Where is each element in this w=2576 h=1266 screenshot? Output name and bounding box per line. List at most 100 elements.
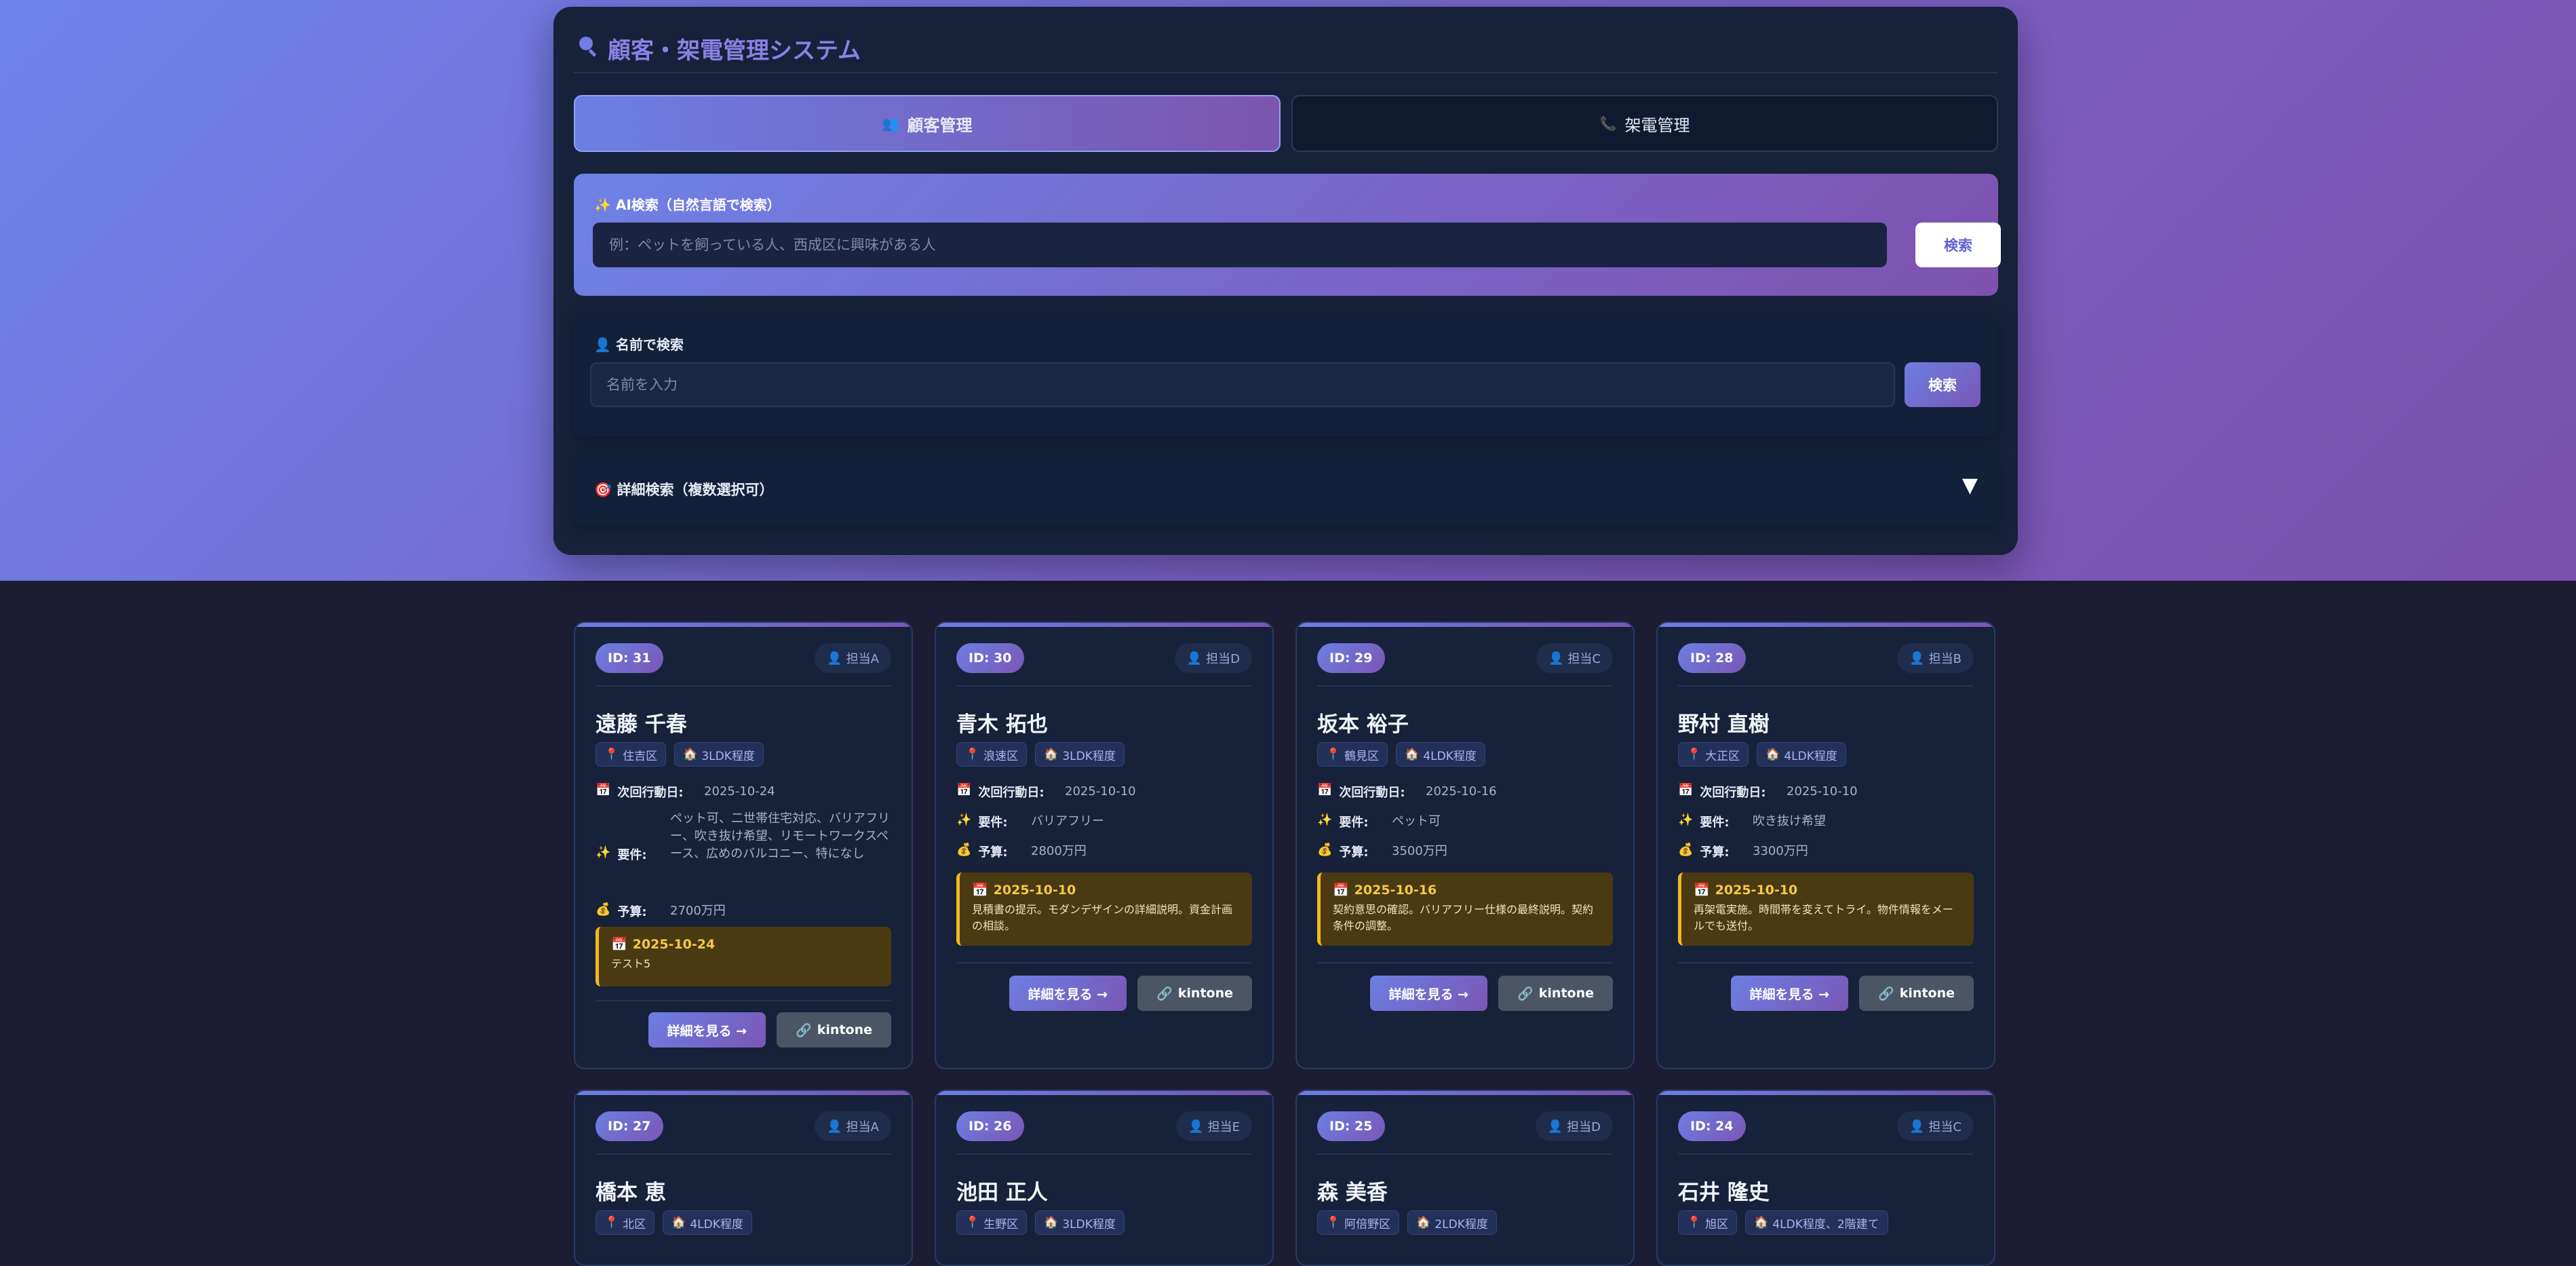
layout-tag: 🏠 4LDK程度 [663,1210,752,1235]
requirements-row: ✨ 要件: バリアフリー [956,813,1252,830]
staff-badge: 👤 担当A [815,1111,891,1141]
staff-badge: 👤 担当C [1536,643,1613,673]
next-action-label: 次回行動日: [1339,786,1405,800]
page-title-text: 顧客・架電管理システム [608,37,861,64]
budget-value: 2700万円 [670,904,726,918]
ai-search-button[interactable]: 検索 [1915,223,2001,267]
customer-name: 森 美香 [1317,1181,1388,1205]
tab-customer-management[interactable]: 👥 顧客管理 [574,95,1281,152]
requirements-row: ✨ 要件: ペット可 [1317,813,1613,830]
next-action-value: 2025-10-10 [1065,784,1136,799]
next-action-label: 次回行動日: [1700,786,1766,800]
user-icon: 👤 [1188,1119,1204,1134]
house-icon: 🏠 [671,1216,686,1229]
id-badge: ID: 29 [1317,643,1385,673]
divider [1317,685,1613,687]
kintone-button[interactable]: 🔗 kintone [1498,976,1613,1011]
kintone-button[interactable]: 🔗 kintone [1859,976,1974,1011]
customer-name: 坂本 裕子 [1317,712,1409,737]
budget-label: 予算: [978,845,1008,860]
house-icon: 🏠 [1754,1216,1769,1229]
money-bag-icon: 💰 [1678,843,1694,857]
view-details-button[interactable]: 詳細を見る → [1730,976,1849,1011]
memo-text: テスト5 [611,957,651,970]
requirements-label: 要件: [617,848,647,862]
name-search-input[interactable] [590,362,1895,407]
customer-card: ID: 25 👤 担当D 森 美香 📍 阿倍野区 🏠 2LDK程度 [1295,1090,1635,1266]
tab-call-management[interactable]: 📞 架電管理 [1291,95,1998,152]
house-icon: 🏠 [1765,748,1780,761]
layout-text: 4LDK程度 [1423,749,1477,763]
staff-badge: 👤 担当D [1535,1111,1613,1141]
target-icon: 🎯 [594,482,612,498]
money-bag-icon: 💰 [1317,843,1333,857]
requirements-label: 要件: [978,816,1008,830]
sparkles-icon: ✨ [1678,813,1694,827]
memo-text: 再架電実施。時間帯を変えてトライ。物件情報をメールでも送付。 [1694,903,1953,932]
memo-text: 見積書の提示。モダンデザインの詳細説明。資金計画の相談。 [972,903,1233,932]
pin-icon: 📍 [965,1216,980,1229]
calendar-icon: 📅 [1333,883,1349,898]
money-bag-icon: 💰 [596,902,611,917]
divider [1678,685,1974,687]
user-icon: 👤 [1548,651,1564,666]
layout-text: 4LDK程度、2階建て [1772,1217,1879,1231]
view-details-button[interactable]: 詳細を見る → [1369,976,1488,1011]
budget-value: 3500万円 [1392,844,1447,858]
next-action-row: 📅 次回行動日: 2025-10-10 [956,783,1252,801]
user-icon: 👤 [1186,651,1203,666]
requirements-label: 要件: [1339,816,1369,830]
divider [956,1153,1252,1155]
budget-label: 予算: [617,905,647,919]
name-search-label-text: 名前で検索 [615,337,684,353]
customer-name: 青木 拓也 [956,712,1048,737]
requirements-value: バリアフリー [1031,814,1104,828]
calendar-icon: 📅 [611,937,627,952]
requirements-value: ペット可 [1392,814,1441,828]
chevron-down-icon[interactable]: ▼ [1962,474,1978,497]
customer-card: ID: 28 👤 担当B 野村 直樹 📍 大正区 🏠 4LDK程度 📅 次回行動日: 2… [1656,621,1995,1069]
area-tag: 📍 生野区 [956,1210,1028,1235]
next-action-value: 2025-10-24 [704,784,775,799]
area-tag: 📍 鶴見区 [1317,742,1388,767]
kintone-button[interactable]: 🔗 kintone [1137,976,1252,1011]
requirements-value: 吹き抜け希望 [1753,814,1826,828]
layout-tag: 🏠 3LDK程度 [1035,742,1125,767]
name-search-label: 👤 名前で検索 [594,334,684,353]
staff-name: 担当C [1928,1120,1962,1134]
area-tag: 📍 大正区 [1678,742,1749,767]
name-search-button[interactable]: 検索 [1905,362,1980,407]
calendar-icon: 📅 [1317,783,1333,797]
sparkles-icon: ✨ [956,813,972,827]
memo-box: 📅 2025-10-10 再架電実施。時間帯を変えてトライ。物件情報をメールでも送… [1678,872,1974,946]
customer-card: ID: 31 👤 担当A 遠藤 千春 📍 住吉区 🏠 3LDK程度 📅 次回行動日: 2… [574,621,913,1069]
divider [596,1153,891,1155]
view-details-button[interactable]: 詳細を見る → [1009,976,1127,1011]
money-bag-icon: 💰 [956,843,972,857]
page-title: 顧客・架電管理システム [577,24,861,72]
kintone-button[interactable]: 🔗 kintone [777,1012,891,1048]
tag-list: 📍 大正区 🏠 4LDK程度 [1678,742,1846,767]
divider [1317,962,1613,963]
staff-name: 担当A [846,1120,879,1134]
view-details-button[interactable]: 詳細を見る → [648,1012,766,1048]
staff-badge: 👤 担当D [1174,643,1252,673]
layout-tag: 🏠 3LDK程度 [1035,1210,1125,1235]
requirements-row: ✨ 要件: ペット可、二世帯住宅対応、バリアフリー、吹き抜け希望、リモートワークス… [596,810,891,863]
staff-name: 担当C [1567,652,1601,666]
sparkles-icon: ✨ [1317,813,1333,827]
area-tag: 📍 旭区 [1678,1210,1738,1235]
area-text: 旭区 [1705,1217,1729,1231]
ai-search-input[interactable] [593,223,1887,267]
detail-search-toggle[interactable]: 🎯 詳細検索（複数選択可） ▼ [574,452,1998,525]
staff-name: 担当D [1567,1120,1601,1134]
budget-value: 3300万円 [1753,844,1808,858]
pin-icon: 📍 [1326,1216,1341,1229]
id-badge: ID: 26 [956,1111,1024,1141]
budget-row: 💰 予算: 2700万円 [596,902,891,920]
divider [574,72,1997,73]
layout-text: 4LDK程度 [1784,749,1837,763]
next-action-row: 📅 次回行動日: 2025-10-16 [1317,783,1613,801]
requirements-value: ペット可、二世帯住宅対応、バリアフリー、吹き抜け希望、リモートワークスペース、広… [670,811,890,861]
pin-icon: 📍 [604,748,619,761]
